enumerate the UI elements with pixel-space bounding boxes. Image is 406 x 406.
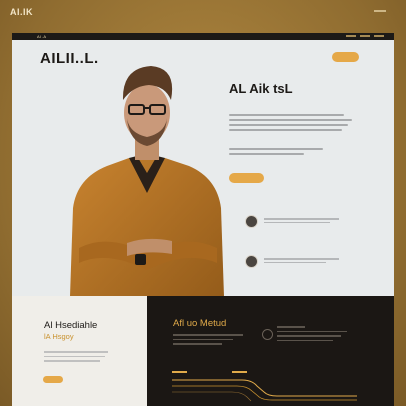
feature-description (44, 351, 108, 365)
hero-subparagraph (229, 148, 354, 158)
window-controls (346, 35, 384, 37)
website-mockup: ΑΙ.Α AILII..L. AL Aik tsL Al Hsediahle l… (12, 33, 394, 406)
hero-title: AL Aik tsL (229, 81, 293, 96)
window-control[interactable] (374, 35, 384, 37)
window-control[interactable] (360, 35, 370, 37)
avatar (245, 255, 258, 268)
feature-section-dark: Afl uo Metud (147, 296, 394, 406)
window-control[interactable] (346, 35, 356, 37)
topbar-label: ΑΙ.Α (37, 34, 47, 39)
dark-section-description (173, 334, 243, 348)
outer-menu-icon[interactable] (374, 10, 386, 12)
feature-section-light: Al Hsediahle lA Hsgoy (12, 296, 147, 406)
feature-button[interactable] (43, 376, 63, 383)
hero-cta-button[interactable] (229, 173, 264, 183)
play-icon[interactable] (262, 329, 273, 340)
header-cta-button[interactable] (332, 52, 359, 62)
decorative-wave-lines (172, 379, 357, 402)
hero-paragraph (229, 114, 354, 134)
testimonial-card (245, 255, 342, 268)
avatar (245, 215, 258, 228)
hero-portrait-image (69, 66, 225, 326)
dark-section-list (277, 326, 347, 344)
dark-section-title: Afl uo Metud (173, 318, 227, 329)
outer-logo[interactable]: AI.IK (10, 7, 33, 17)
feature-subtitle: lA Hsgoy (44, 332, 74, 341)
browser-topbar: ΑΙ.Α (12, 33, 394, 40)
testimonial-card (245, 215, 342, 228)
feature-title: Al Hsediahle (44, 320, 98, 331)
